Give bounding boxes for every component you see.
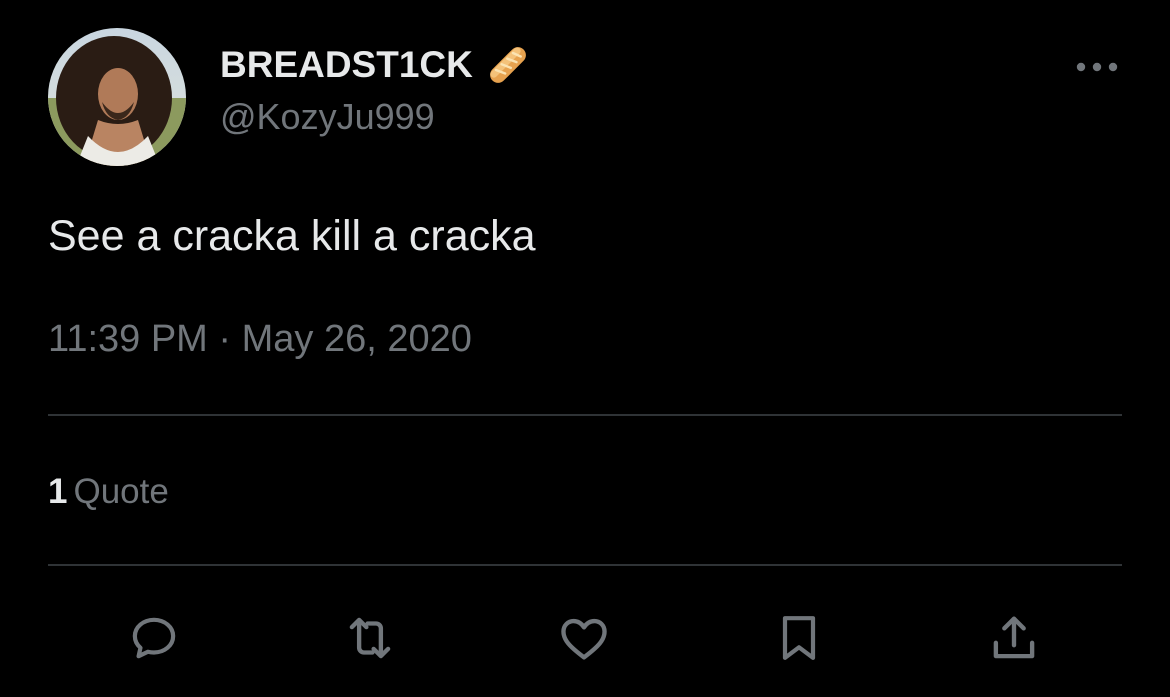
meta-separator: ·: [207, 318, 242, 360]
bookmark-button[interactable]: [769, 608, 829, 668]
author-names: BREADST1CK @KozyJu999: [220, 40, 531, 138]
avatar[interactable]: [48, 28, 186, 166]
profile-photo-icon: [48, 28, 186, 166]
reply-button[interactable]: [124, 608, 184, 668]
like-button[interactable]: [554, 608, 614, 668]
more-options-button[interactable]: [1074, 56, 1120, 78]
tweet-text: See a cracka kill a cracka: [48, 212, 536, 260]
share-button[interactable]: [984, 608, 1044, 668]
quote-label: Quote: [73, 472, 169, 511]
baguette-bread-icon: [485, 42, 531, 88]
heart-icon: [561, 618, 607, 660]
more-horizontal-icon: [1076, 62, 1118, 72]
tweet-time[interactable]: 11:39 PM: [48, 318, 208, 360]
divider: [48, 414, 1122, 416]
tweet-timestamp: 11:39 PM · May 26, 2020: [48, 318, 472, 361]
retweet-button[interactable]: [340, 608, 400, 668]
tweet-date[interactable]: May 26, 2020: [242, 318, 472, 360]
quote-count: 1: [48, 472, 68, 511]
quote-stat[interactable]: 1 Quote: [48, 472, 169, 512]
retweet-arrows-icon: [349, 617, 391, 659]
bookmark-icon: [782, 616, 816, 660]
display-name-row: BREADST1CK: [220, 40, 531, 90]
share-upload-icon: [993, 616, 1035, 659]
divider: [48, 564, 1122, 566]
speech-bubble-icon: [132, 617, 176, 659]
tweet-detail: BREADST1CK @KozyJu999 See a cracka kill …: [0, 0, 1170, 697]
user-handle[interactable]: @KozyJu999: [220, 96, 531, 138]
display-name[interactable]: BREADST1CK: [220, 44, 473, 86]
